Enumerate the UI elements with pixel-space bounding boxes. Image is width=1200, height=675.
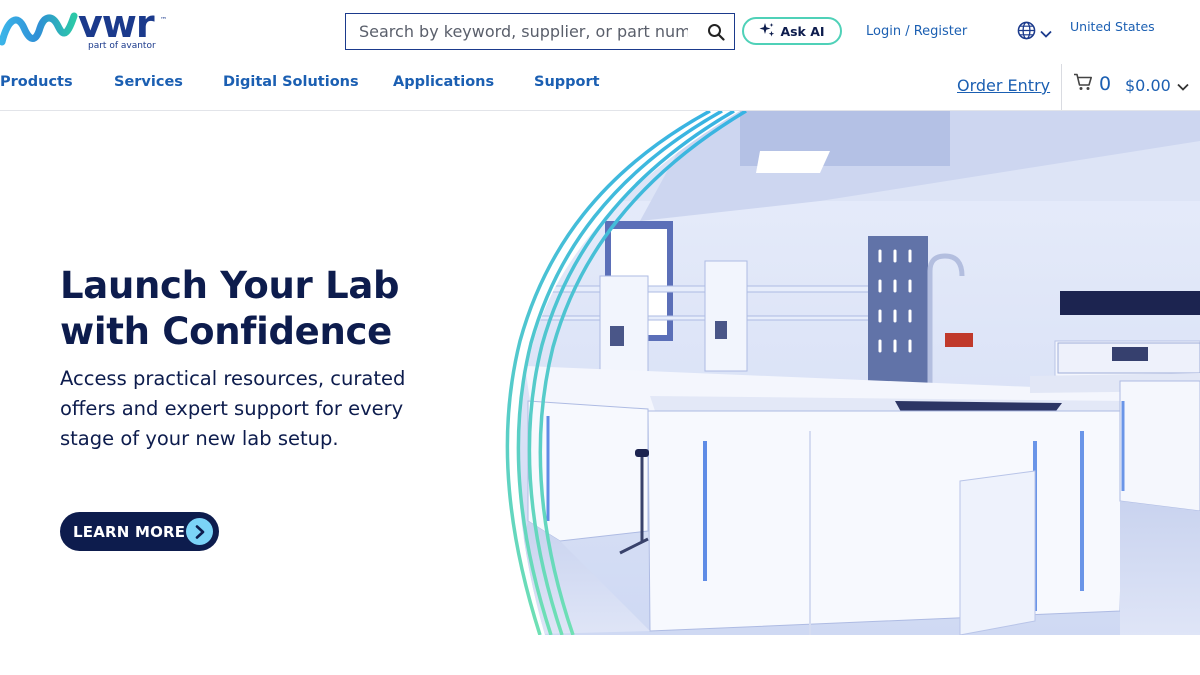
chevron-down-icon [1040, 23, 1052, 42]
search-input[interactable] [346, 14, 698, 49]
search-icon[interactable] [698, 14, 734, 50]
logo-tagline: part of avantor [88, 41, 156, 51]
nav-item-digital-solutions[interactable]: Digital Solutions [223, 74, 359, 90]
cart-button[interactable]: 0 [1073, 73, 1111, 95]
order-entry-link[interactable]: Order Entry [957, 76, 1050, 95]
hero-description: Access practical resources, curated offe… [60, 367, 406, 450]
globe-icon [1017, 21, 1036, 44]
nav-item-products[interactable]: Products [0, 74, 73, 90]
cart-total-dropdown[interactable]: $0.00 [1125, 76, 1189, 95]
login-register-link[interactable]: Login / Register [866, 24, 967, 39]
search-bar [345, 13, 735, 50]
cart-count: 0 [1099, 73, 1112, 95]
nav-divider [1061, 64, 1062, 110]
logo-trademark: ™ [160, 16, 167, 24]
logo-wordmark: vwr [78, 2, 155, 46]
nav-item-services[interactable]: Services [114, 74, 183, 90]
nav-item-applications[interactable]: Applications [393, 74, 494, 90]
cart-icon [1073, 73, 1093, 95]
ask-ai-button[interactable]: Ask AI [742, 17, 842, 45]
vwr-logo[interactable]: vwr ™ part of avantor [0, 2, 175, 56]
vwr-logo-mark [0, 12, 78, 46]
chevron-down-icon [1177, 76, 1189, 95]
language-selector[interactable] [1017, 21, 1052, 44]
cart-total: $0.00 [1125, 76, 1171, 95]
nav-item-support[interactable]: Support [534, 74, 600, 90]
hero-title: Launch Your Lab with Confidence [60, 264, 400, 353]
hero-banner: Launch Your Lab with Confidence Access p… [0, 111, 1200, 635]
learn-more-button[interactable]: LEARN MORE [60, 512, 219, 551]
sparkle-icon [759, 22, 775, 41]
country-selector[interactable]: United States [1070, 19, 1155, 34]
chevron-right-icon [186, 518, 213, 545]
ask-ai-label: Ask AI [780, 23, 825, 39]
learn-more-label: LEARN MORE [73, 522, 186, 541]
